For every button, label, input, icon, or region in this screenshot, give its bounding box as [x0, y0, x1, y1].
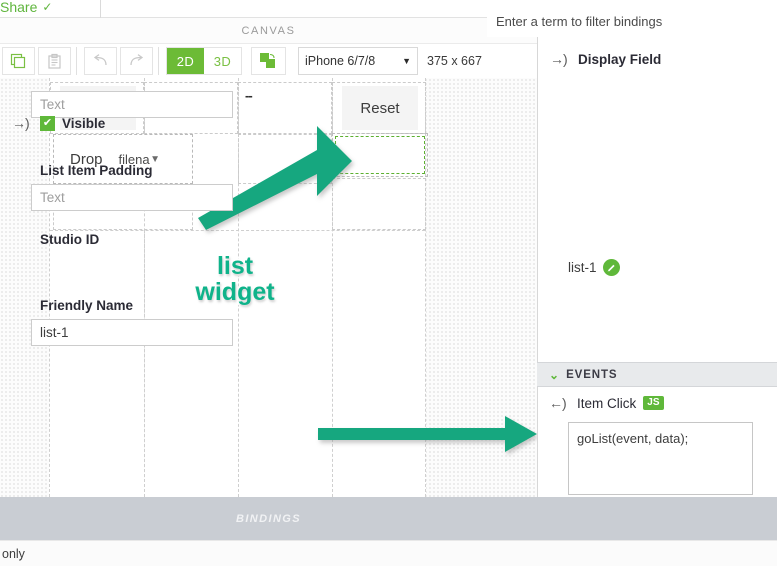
- display-field-input[interactable]: [31, 91, 233, 118]
- view-3d-button[interactable]: 3D: [204, 48, 241, 74]
- view-mode-toggle: 2D 3D: [166, 47, 242, 75]
- item-click-label: Item Click: [577, 395, 637, 411]
- edit-pencil-icon[interactable]: [602, 259, 620, 276]
- studio-id-label: Studio ID: [40, 232, 100, 247]
- friendly-name-row: Friendly Name: [0, 298, 240, 313]
- grid-guide-h1: [50, 230, 425, 231]
- friendly-name-input[interactable]: [31, 319, 233, 346]
- chevron-down-icon: ▼: [402, 56, 411, 66]
- grid-cell-r3c4[interactable]: [332, 178, 426, 230]
- device-select-label: iPhone 6/7/8: [305, 54, 376, 68]
- annotation-line-1: list: [215, 251, 255, 281]
- top-strip-divider: [100, 0, 101, 18]
- paste-icon: [48, 53, 61, 69]
- grid-cell-r1c3[interactable]: [238, 82, 332, 134]
- image-tool-icon: [260, 53, 275, 68]
- studio-id-row: Studio ID: [0, 232, 240, 247]
- bottom-strip-text: only: [2, 546, 25, 561]
- share-label: Share: [0, 0, 38, 15]
- undo-icon: [93, 54, 107, 66]
- events-section-title: EVENTS: [566, 368, 618, 381]
- toolbar-divider-2: [158, 47, 159, 75]
- item-click-code: goList(event, data);: [577, 431, 689, 446]
- image-tool-button[interactable]: [251, 47, 286, 75]
- copy-icon: [10, 53, 26, 68]
- binding-arrow-in-icon[interactable]: →): [550, 51, 571, 67]
- canvas-area[interactable]: play -- Reset Drop filena ▼: [0, 78, 537, 497]
- studio-window: Share ✓ CANVAS 2D 3D iPhone 6/7/8 ▼ 375 …: [0, 0, 777, 566]
- grid-guide-v3: [332, 78, 333, 497]
- bindings-bar: BINDINGS: [0, 497, 777, 540]
- chevron-down-icon: ✓: [42, 0, 53, 14]
- item-click-row: ←) Item Click JS: [537, 395, 777, 411]
- copy-button[interactable]: [2, 47, 35, 75]
- bindings-title: BINDINGS: [236, 512, 301, 525]
- device-select[interactable]: iPhone 6/7/8 ▼: [298, 47, 418, 75]
- list-item-padding-row: List Item Padding: [0, 163, 240, 178]
- item-click-code-editor[interactable]: goList(event, data);: [568, 422, 753, 495]
- redo-button[interactable]: [120, 47, 153, 75]
- friendly-name-label: Friendly Name: [40, 298, 134, 313]
- visible-checkbox[interactable]: ✔: [40, 115, 55, 131]
- view-2d-button[interactable]: 2D: [167, 48, 204, 74]
- grid-cell-r2c3[interactable]: [238, 134, 332, 184]
- studio-id-value: list-1: [568, 260, 597, 275]
- redo-icon: [130, 54, 144, 66]
- selected-list-widget[interactable]: [332, 133, 428, 177]
- binding-arrow-in-icon[interactable]: →): [12, 115, 33, 131]
- share-button[interactable]: Share ✓: [0, 0, 60, 18]
- js-badge: JS: [643, 396, 664, 410]
- reset-button-widget[interactable]: Reset: [342, 86, 418, 130]
- events-section-header[interactable]: ⌄ EVENTS: [537, 362, 777, 387]
- paste-button[interactable]: [38, 47, 71, 75]
- canvas-panel-header: CANVAS: [0, 18, 537, 44]
- grid-guide-v1-lower: [144, 230, 145, 497]
- display-field-row: →) Display Field: [538, 51, 777, 67]
- binding-arrow-out-icon[interactable]: ←): [549, 395, 570, 411]
- list-item-padding-input[interactable]: [31, 184, 233, 211]
- chevron-down-icon: ⌄: [549, 367, 560, 382]
- undo-button[interactable]: [84, 47, 117, 75]
- bindings-filter-input[interactable]: [487, 6, 777, 37]
- toolbar-divider-1: [76, 47, 77, 75]
- bottom-strip: only: [0, 540, 777, 566]
- canvas-toolbar: 2D 3D iPhone 6/7/8 ▼ 375 x 667: [0, 44, 537, 78]
- canvas-header-label: CANVAS: [241, 24, 296, 37]
- studio-id-value-group: list-1: [568, 259, 620, 276]
- display-field-label: Display Field: [578, 51, 662, 67]
- device-dimensions: 375 x 667: [427, 54, 482, 68]
- dashes-label-widget[interactable]: --: [245, 88, 253, 103]
- list-item-padding-label: List Item Padding: [40, 163, 153, 178]
- visible-label: Visible: [62, 115, 106, 131]
- visible-row: →) ✔ Visible: [0, 115, 240, 131]
